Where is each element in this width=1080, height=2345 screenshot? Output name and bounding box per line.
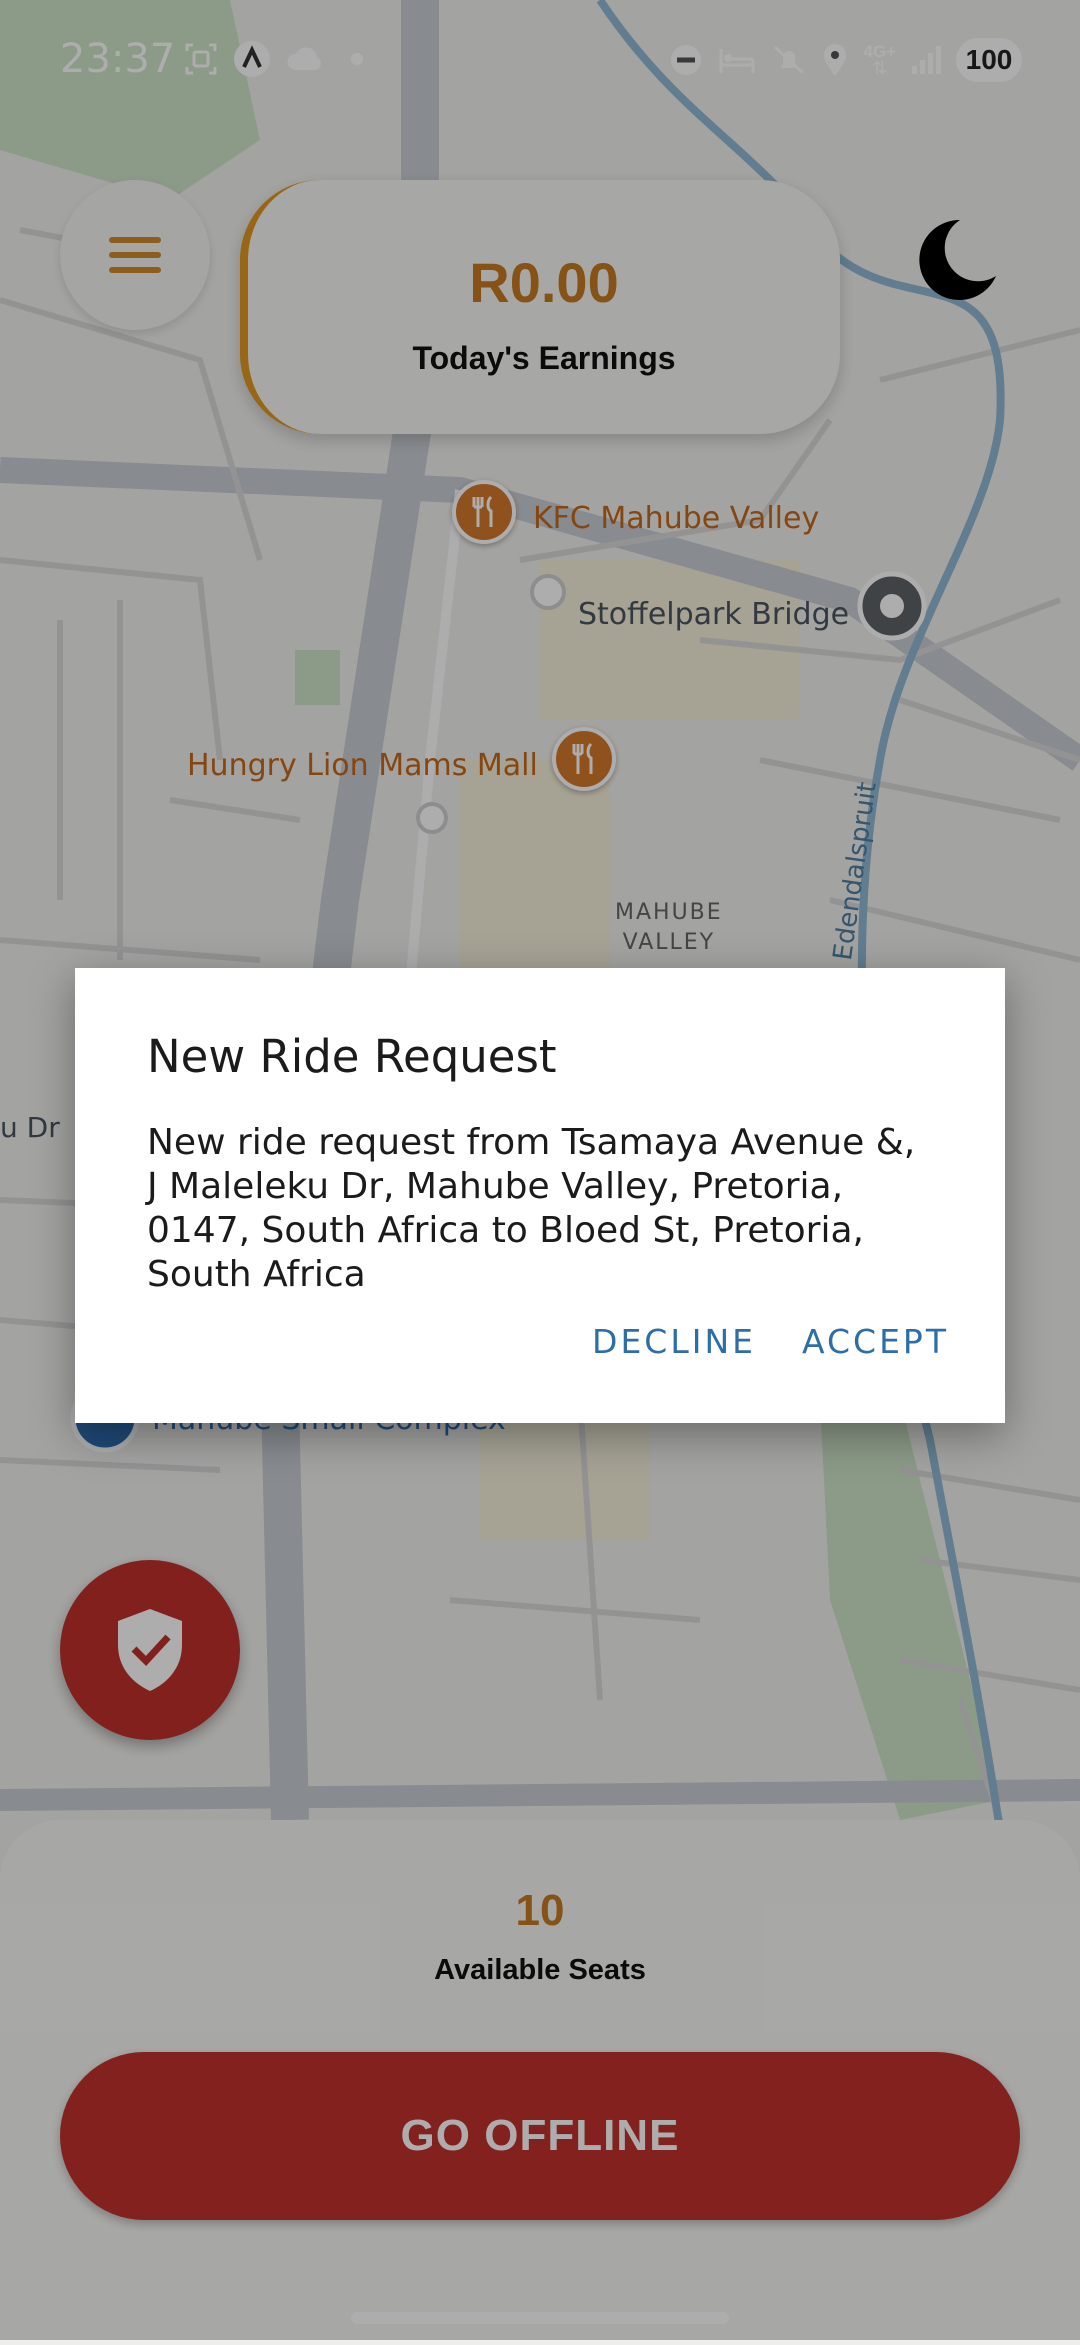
- dialog-title: New Ride Request: [147, 1030, 557, 1083]
- decline-button[interactable]: DECLINE: [592, 1322, 756, 1361]
- dialog-message: New ride request from Tsamaya Avenue &, …: [147, 1122, 916, 1295]
- ride-request-dialog: New Ride Request New ride request from T…: [75, 968, 1005, 1423]
- dialog-actions: DECLINE ACCEPT: [592, 1322, 949, 1361]
- accept-button[interactable]: ACCEPT: [802, 1322, 949, 1361]
